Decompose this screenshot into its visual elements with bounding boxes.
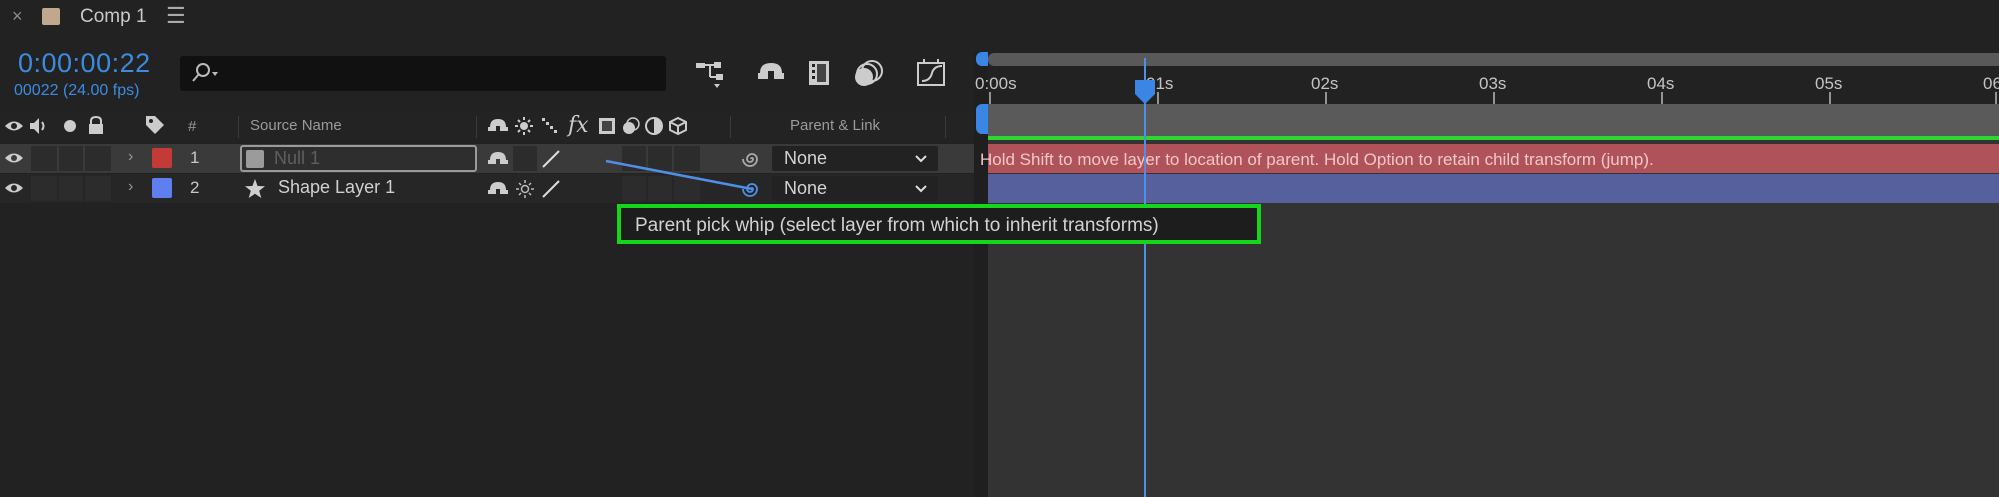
- chevron-down-icon: [915, 185, 927, 193]
- work-area-bar[interactable]: [988, 104, 1999, 136]
- column-source-name-header[interactable]: Source Name: [250, 117, 342, 134]
- parent-dropdown[interactable]: None: [772, 176, 938, 201]
- quality-slash-icon[interactable]: [540, 178, 562, 200]
- adjustment-layer-icon[interactable]: [644, 116, 664, 136]
- ruler-tick-label: 03s: [1479, 74, 1507, 93]
- parent-dropdown[interactable]: None: [772, 146, 938, 171]
- time-navigator-bar[interactable]: [988, 53, 1999, 66]
- collapse-toggle[interactable]: [513, 146, 537, 171]
- eye-icon[interactable]: [4, 148, 24, 168]
- ruler-tick-label: 06s: [1983, 74, 1999, 93]
- layer-name-field[interactable]: Null 1: [240, 145, 477, 172]
- composition-tab-title[interactable]: Comp 1: [80, 6, 147, 28]
- layer-duration-bar[interactable]: [988, 174, 1999, 203]
- audio-icon[interactable]: [28, 116, 50, 136]
- quality-slash-icon[interactable]: [540, 148, 562, 170]
- frame-count-display: 00022 (24.00 fps): [14, 82, 140, 99]
- layer-row[interactable]: › 1 Null 1 None: [0, 144, 975, 173]
- audio-toggle[interactable]: [31, 146, 57, 171]
- audio-toggle[interactable]: [31, 176, 57, 201]
- label-color-swatch[interactable]: [152, 178, 172, 198]
- current-time-display[interactable]: 0:00:00:22: [18, 48, 151, 79]
- video-visibility-icon[interactable]: [4, 116, 24, 136]
- solo-toggle[interactable]: [59, 176, 83, 201]
- lock-icon[interactable]: [87, 115, 105, 135]
- column-parent-link-header[interactable]: Parent & Link: [790, 117, 880, 134]
- expand-chevron-icon[interactable]: ›: [128, 178, 133, 196]
- graph-editor-icon[interactable]: [914, 57, 948, 89]
- shy-switch-icon[interactable]: [487, 116, 509, 136]
- time-navigator-start-handle[interactable]: [976, 52, 988, 66]
- motion-blur-switch-icon[interactable]: [621, 116, 641, 136]
- layer-name[interactable]: Shape Layer 1: [278, 177, 395, 198]
- shy-switch-icon[interactable]: [487, 179, 509, 199]
- parent-dropdown-value: None: [784, 178, 828, 198]
- layer-name[interactable]: Null 1: [274, 148, 320, 169]
- shape-layer-star-icon: [245, 179, 265, 198]
- effects-switch-icon[interactable]: fx: [568, 113, 589, 138]
- lock-toggle[interactable]: [85, 176, 111, 201]
- layer-number: 2: [190, 178, 200, 197]
- playhead-handle-icon[interactable]: [1133, 78, 1157, 106]
- solo-icon[interactable]: [62, 118, 78, 134]
- solo-toggle[interactable]: [59, 146, 83, 171]
- pick-whip-tooltip: Parent pick whip (select layer from whic…: [617, 204, 1261, 244]
- 3d-layer-icon[interactable]: [668, 116, 688, 136]
- ruler-tick-label: 02s: [1311, 74, 1339, 93]
- lock-toggle[interactable]: [85, 146, 111, 171]
- current-time-indicator[interactable]: [1144, 58, 1146, 497]
- panel-menu-icon[interactable]: ☰: [166, 3, 186, 29]
- timeline-hint-message: Hold Shift to move layer to location of …: [980, 150, 1654, 169]
- layer-row[interactable]: › 2 Shape Layer 1 None: [0, 174, 975, 203]
- composition-flowchart-icon[interactable]: [694, 57, 728, 89]
- pick-whip-drag-line: [605, 159, 753, 191]
- null-object-icon: [246, 150, 264, 168]
- expand-chevron-icon[interactable]: ›: [128, 148, 133, 166]
- close-tab-button[interactable]: ×: [12, 6, 23, 27]
- layer-number: 1: [190, 148, 200, 167]
- column-number-header: #: [188, 118, 197, 135]
- shy-layers-icon[interactable]: [754, 57, 788, 89]
- eye-icon[interactable]: [4, 178, 24, 198]
- frame-blending-icon[interactable]: [806, 57, 836, 89]
- parent-dropdown-value: None: [784, 148, 828, 168]
- label-tag-icon[interactable]: [144, 114, 166, 136]
- collapse-transformations-icon[interactable]: [515, 179, 535, 199]
- ruler-tick-label: 05s: [1815, 74, 1843, 93]
- label-color-swatch[interactable]: [152, 148, 172, 168]
- shy-switch-icon[interactable]: [487, 149, 509, 169]
- tooltip-text: Parent pick whip (select layer from whic…: [635, 215, 1159, 236]
- quality-icon[interactable]: [540, 116, 560, 136]
- layer-search-input[interactable]: [180, 56, 666, 91]
- render-cache-indicator: [988, 136, 1999, 140]
- work-area-start-handle[interactable]: [976, 104, 988, 134]
- chevron-down-icon: [915, 155, 927, 163]
- ruler-tick-label: 0:00s: [975, 74, 1017, 93]
- search-icon: [192, 63, 218, 82]
- frame-blend-switch-icon[interactable]: [597, 116, 617, 136]
- composition-tab-bar: × Comp 1 ☰: [0, 0, 1999, 34]
- motion-blur-icon[interactable]: [852, 57, 886, 89]
- collapse-transformations-icon[interactable]: [514, 116, 534, 136]
- ruler-tick-label: 04s: [1647, 74, 1675, 93]
- composition-color-swatch: [42, 8, 60, 25]
